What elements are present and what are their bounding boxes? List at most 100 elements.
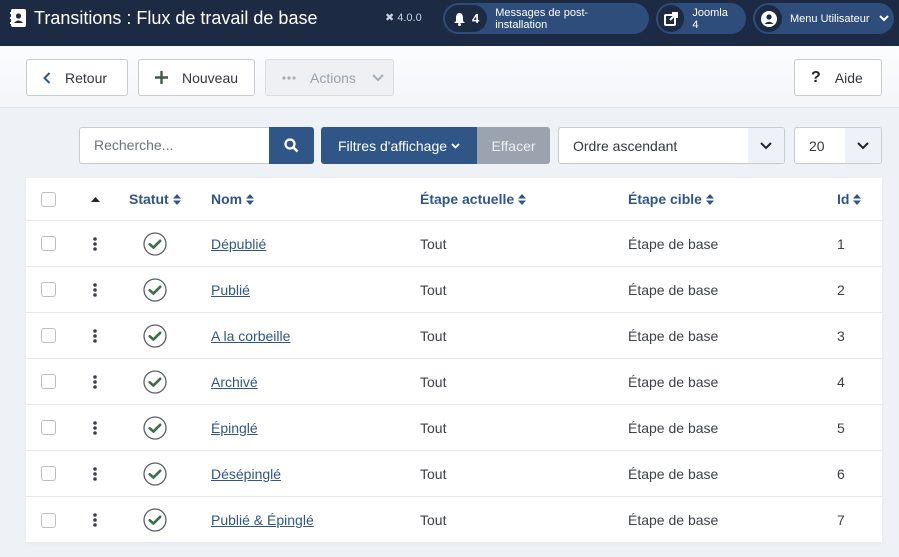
question-icon: ? xyxy=(811,68,821,86)
list-limit-select[interactable]: 20 xyxy=(794,127,882,164)
status-toggle[interactable] xyxy=(143,359,167,404)
chevron-down-icon xyxy=(760,141,772,149)
chevron-down-icon xyxy=(857,141,869,149)
actions-dropdown[interactable]: Actions xyxy=(265,59,394,96)
check-circle-icon xyxy=(143,323,167,348)
sort-icon xyxy=(853,193,862,205)
new-button[interactable]: Nouveau xyxy=(138,59,255,96)
id-cell: 1 xyxy=(837,235,845,252)
select-all-checkbox[interactable] xyxy=(41,178,56,220)
ordering-select[interactable]: Ordre ascendant xyxy=(558,127,785,164)
help-label: Aide xyxy=(834,69,863,86)
status-toggle[interactable] xyxy=(143,221,167,266)
row-checkbox[interactable] xyxy=(41,221,56,266)
sort-icon xyxy=(705,193,714,205)
version-number: 4.0.0 xyxy=(397,11,422,24)
joomla-logo-icon: ✖ xyxy=(385,12,395,24)
transition-name-link[interactable]: Publié xyxy=(211,282,250,298)
site-link-label: Joomla 4 xyxy=(692,6,728,31)
drag-handle[interactable] xyxy=(88,497,102,543)
transition-name-link[interactable]: Épinglé xyxy=(211,420,258,436)
clear-button[interactable]: Effacer xyxy=(477,127,550,164)
target-stage-cell: Étape de base xyxy=(628,465,719,482)
status-toggle[interactable] xyxy=(143,497,167,543)
transition-name-link[interactable]: Désépinglé xyxy=(211,466,281,482)
back-label: Retour xyxy=(65,69,108,86)
actions-label: Actions xyxy=(310,69,356,86)
vertical-ellipsis-icon xyxy=(93,513,97,527)
transition-name-link[interactable]: Archivé xyxy=(211,374,258,390)
search-input[interactable]: Recherche... xyxy=(79,127,270,164)
transition-name-link[interactable]: Publié & Épinglé xyxy=(211,512,314,528)
help-button[interactable]: ? Aide xyxy=(794,59,882,96)
status-column-header[interactable]: Statut xyxy=(129,178,181,220)
current-stage-column-header[interactable]: Étape actuelle xyxy=(420,178,527,220)
transition-name-link[interactable]: Dépublié xyxy=(211,236,266,252)
target-stage-cell: Étape de base xyxy=(628,512,719,528)
row-checkbox[interactable] xyxy=(41,359,56,404)
drag-handle[interactable] xyxy=(88,405,102,450)
drag-handle[interactable] xyxy=(88,359,102,404)
table-row: Dépublié Tout Étape de base 1 xyxy=(26,221,882,267)
status-toggle[interactable] xyxy=(143,267,167,312)
site-link-button[interactable]: Joomla 4 xyxy=(656,3,746,34)
id-header-label: Id xyxy=(837,191,850,207)
chevron-left-icon xyxy=(43,71,51,84)
drag-handle[interactable] xyxy=(88,221,102,266)
chevron-down-icon xyxy=(372,73,384,81)
target-stage-column-header[interactable]: Étape cible xyxy=(628,178,714,220)
post-install-label: Messages de post-installation xyxy=(495,6,589,31)
name-header-label: Nom xyxy=(211,191,243,207)
current-stage-cell: Tout xyxy=(420,235,447,252)
id-column-header[interactable]: Id xyxy=(837,178,862,220)
vertical-ellipsis-icon xyxy=(93,282,97,297)
drag-handle[interactable] xyxy=(88,267,102,312)
row-checkbox[interactable] xyxy=(41,313,56,358)
id-cell: 3 xyxy=(837,327,845,344)
external-link-icon-wrap xyxy=(658,5,685,32)
back-button[interactable]: Retour xyxy=(26,59,128,96)
post-install-messages-button[interactable]: 4 Messages de post-installation xyxy=(443,3,649,34)
row-checkbox[interactable] xyxy=(41,267,56,312)
table-row: Désépinglé Tout Étape de base 6 xyxy=(26,451,882,497)
target-stage-cell: Étape de base xyxy=(628,281,719,298)
target-stage-cell: Étape de base xyxy=(628,373,719,390)
ellipsis-icon xyxy=(282,75,296,80)
current-stage-header-label: Étape actuelle xyxy=(420,191,515,207)
target-stage-cell: Étape de base xyxy=(628,235,719,252)
name-column-header[interactable]: Nom xyxy=(211,178,255,220)
notification-badge: 4 xyxy=(445,5,488,32)
sort-icon xyxy=(518,193,527,205)
ordering-value: Ordre ascendant xyxy=(573,137,678,154)
filter-options-button[interactable]: Filtres d'affichage xyxy=(321,127,477,164)
id-cell: 2 xyxy=(837,281,845,298)
transition-name-link[interactable]: A la corbeille xyxy=(211,328,290,344)
table-row: A la corbeille Tout Étape de base 3 xyxy=(26,313,882,359)
drag-handle[interactable] xyxy=(88,313,102,358)
status-toggle[interactable] xyxy=(143,405,167,450)
table-row: Épinglé Tout Étape de base 5 xyxy=(26,405,882,451)
user-menu-button[interactable]: Menu Utilisateur xyxy=(753,3,894,34)
status-toggle[interactable] xyxy=(143,451,167,496)
page-title: Transitions : Flux de travail de base xyxy=(34,8,318,28)
drag-handle[interactable] xyxy=(88,451,102,496)
search-icon xyxy=(284,138,299,153)
id-cell: 4 xyxy=(837,373,845,390)
status-header-label: Statut xyxy=(129,191,169,207)
sort-icon xyxy=(172,193,181,205)
target-stage-header-label: Étape cible xyxy=(628,191,702,207)
list-limit-value: 20 xyxy=(809,137,825,154)
status-toggle[interactable] xyxy=(143,313,167,358)
row-checkbox[interactable] xyxy=(41,451,56,496)
filter-options-label: Filtres d'affichage xyxy=(337,137,448,154)
current-stage-cell: Tout xyxy=(420,373,447,390)
user-icon-wrap xyxy=(755,5,782,32)
check-circle-icon xyxy=(143,415,167,440)
row-checkbox[interactable] xyxy=(41,405,56,450)
row-checkbox[interactable] xyxy=(41,497,56,543)
search-button[interactable] xyxy=(269,127,314,164)
ordering-sort-header[interactable] xyxy=(88,178,102,220)
workflow-icon xyxy=(10,9,26,27)
caret-up-icon xyxy=(90,196,100,202)
plus-icon xyxy=(155,71,168,84)
